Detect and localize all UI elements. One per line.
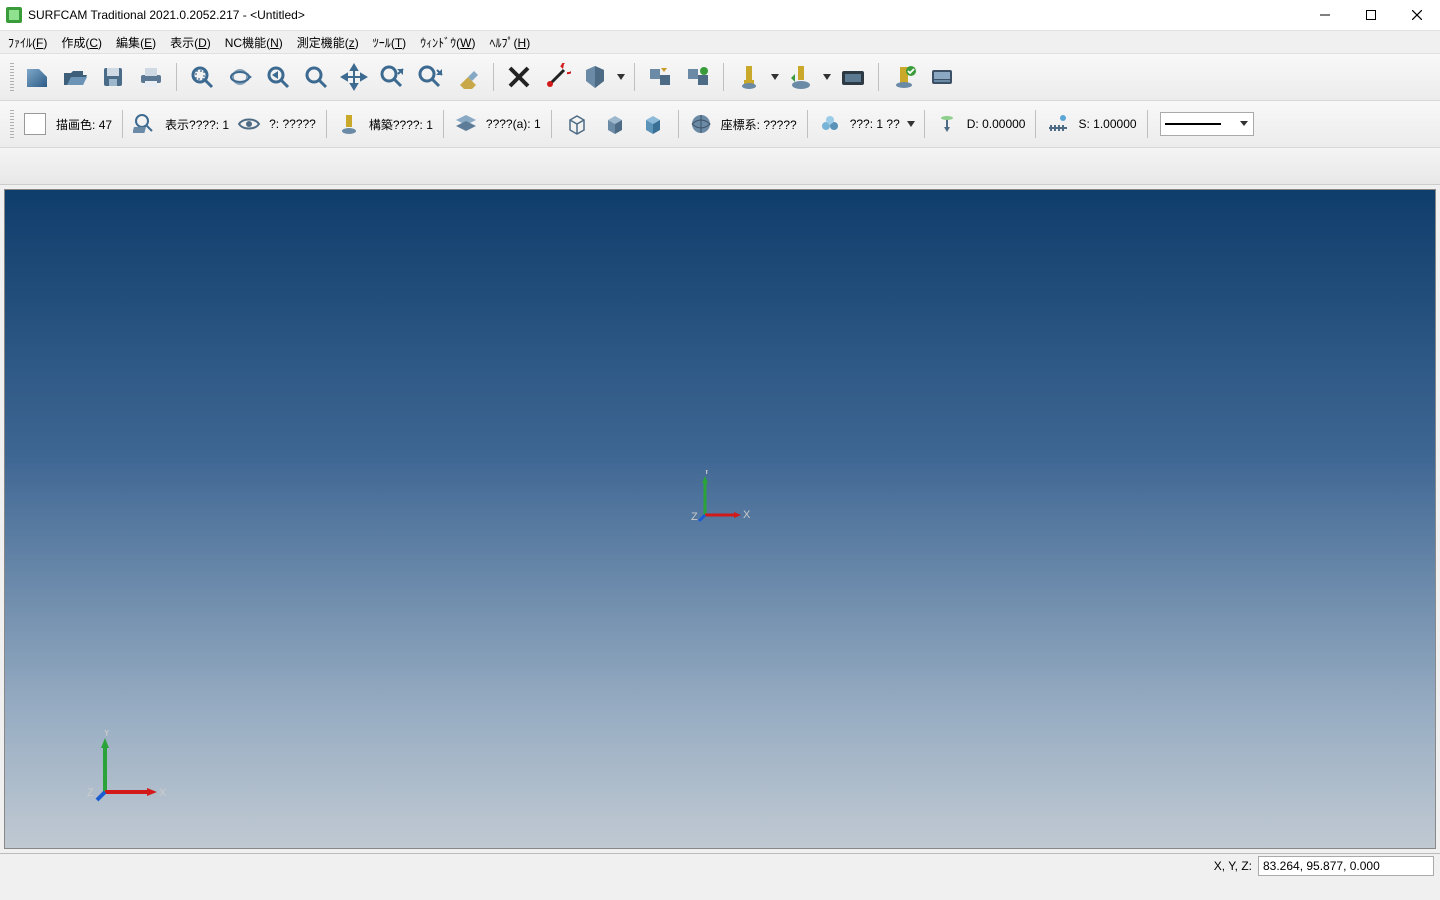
tool-library-button[interactable] — [732, 60, 766, 94]
menu-bar: ﾌｧｲﾙ(F) 作成(C) 編集(E) 表示(D) NC機能(N) 測定機能(z… — [0, 31, 1440, 54]
mask-dropdown[interactable] — [616, 60, 626, 94]
viewport-3d[interactable]: Y X Z Y X Z — [5, 190, 1435, 848]
toolbar-separator-icon — [878, 63, 879, 91]
construction-icon[interactable] — [335, 110, 363, 138]
close-button[interactable] — [1394, 0, 1440, 30]
axis-gizmo-corner: Y X Z — [83, 730, 173, 820]
clear-view-button[interactable] — [451, 60, 485, 94]
menu-tools[interactable]: ﾂｰﾙ(T) — [373, 34, 406, 51]
minimize-button[interactable] — [1302, 0, 1348, 30]
layers-label[interactable]: ????(a): 1 — [484, 117, 543, 131]
toolbar-separator-icon — [678, 110, 679, 138]
post-process-button[interactable] — [925, 60, 959, 94]
stock-setup-dropdown[interactable] — [822, 60, 832, 94]
status-coords-value: 83.264, 95.877, 0.000 — [1258, 856, 1434, 876]
draw-color-label: 描画色: 47 — [54, 116, 114, 133]
print-button[interactable] — [134, 60, 168, 94]
toolbar-separator-icon — [493, 63, 494, 91]
new-file-button[interactable] — [20, 60, 54, 94]
pan-view-button[interactable] — [337, 60, 371, 94]
linetype-select[interactable] — [1160, 112, 1254, 136]
simulation-button[interactable] — [836, 60, 870, 94]
viewport-frame: Y X Z Y X Z — [4, 189, 1436, 849]
zoom-in-button[interactable] — [375, 60, 409, 94]
tool-library-dropdown[interactable] — [770, 60, 780, 94]
toolbar-properties: 描画色: 47 表示????: 1 ?: ????? 構築????: 1 — [0, 101, 1440, 148]
draw-color-swatch[interactable] — [24, 113, 46, 135]
menu-nc[interactable]: NC機能(N) — [225, 34, 283, 51]
toolbar-separator-icon — [326, 110, 327, 138]
undo-delete-button[interactable] — [540, 60, 574, 94]
app-icon — [6, 7, 22, 23]
coord-system-label[interactable]: 座標系: ????? — [719, 116, 799, 133]
toolbar-separator-icon — [1147, 110, 1148, 138]
menu-file[interactable]: ﾌｧｲﾙ(F) — [8, 34, 47, 51]
status-bar: X, Y, Z: 83.264, 95.877, 0.000 — [0, 853, 1440, 878]
zoom-out-button[interactable] — [413, 60, 447, 94]
snap-label[interactable]: ???: 1 ?? — [848, 117, 902, 131]
toolbar-separator-icon — [551, 110, 552, 138]
toolbar-separator-icon — [723, 63, 724, 91]
rotate-view-button[interactable] — [223, 60, 257, 94]
svg-text:Z: Z — [691, 511, 698, 523]
visibility-icon[interactable] — [235, 110, 263, 138]
zoom-window-button[interactable] — [185, 60, 219, 94]
menu-measure[interactable]: 測定機能(z) — [297, 34, 359, 51]
status-coords-label: X, Y, Z: — [1214, 859, 1252, 873]
snap-dropdown[interactable] — [906, 107, 916, 141]
wireframe-mode-button[interactable] — [560, 107, 594, 141]
zoom-previous-button[interactable] — [261, 60, 295, 94]
chevron-down-icon — [1239, 118, 1251, 130]
svg-text:X: X — [743, 509, 751, 521]
menu-create[interactable]: 作成(C) — [61, 34, 102, 51]
depth-label[interactable]: D: 0.00000 — [965, 117, 1028, 131]
axis-gizmo-center: Y X Z — [685, 470, 755, 540]
menu-help[interactable]: ﾍﾙﾌﾟ(H) — [490, 34, 531, 51]
toolbar-gripper-icon[interactable] — [10, 63, 14, 91]
toolbar-main — [0, 54, 1440, 101]
shaded-wire-mode-button[interactable] — [636, 107, 670, 141]
snap-icon[interactable] — [816, 110, 844, 138]
construction-label[interactable]: 構築????: 1 — [367, 116, 435, 133]
manage-operations-button[interactable] — [643, 60, 677, 94]
toolbar-separator-icon — [176, 63, 177, 91]
menu-view[interactable]: 表示(D) — [170, 34, 211, 51]
spacing-label[interactable]: S: 1.00000 — [1076, 117, 1138, 131]
delete-button[interactable] — [502, 60, 536, 94]
toolbar-gripper-icon[interactable] — [10, 110, 14, 138]
coord-system-icon[interactable] — [687, 110, 715, 138]
toolbar-separator-icon — [443, 110, 444, 138]
stock-setup-button[interactable] — [784, 60, 818, 94]
toolbar-spacer — [0, 148, 1440, 185]
toolbar-separator-icon — [1035, 110, 1036, 138]
menu-edit[interactable]: 編集(E) — [116, 34, 156, 51]
window-title: SURFCAM Traditional 2021.0.2052.217 - <U… — [28, 8, 305, 22]
window-title-bar: SURFCAM Traditional 2021.0.2052.217 - <U… — [0, 0, 1440, 31]
linetype-preview — [1165, 123, 1221, 126]
svg-text:Y: Y — [103, 730, 111, 739]
save-file-button[interactable] — [96, 60, 130, 94]
spacing-icon[interactable] — [1044, 110, 1072, 138]
toolbar-separator-icon — [924, 110, 925, 138]
toolbar-separator-icon — [807, 110, 808, 138]
toolbar-separator-icon — [634, 63, 635, 91]
view-layer-label[interactable]: 表示????: 1 — [163, 116, 231, 133]
visibility-label[interactable]: ?: ????? — [267, 117, 318, 131]
svg-text:Y: Y — [703, 470, 711, 477]
depth-icon[interactable] — [933, 110, 961, 138]
view-layer-icon[interactable] — [131, 110, 159, 138]
zoom-fit-button[interactable] — [299, 60, 333, 94]
mask-button[interactable] — [578, 60, 612, 94]
operation-manager-button[interactable] — [681, 60, 715, 94]
verify-button[interactable] — [887, 60, 921, 94]
toolbar-separator-icon — [122, 110, 123, 138]
menu-window[interactable]: ｳｨﾝﾄﾞｳ(W) — [420, 34, 475, 51]
svg-text:Z: Z — [87, 787, 94, 799]
svg-text:X: X — [159, 787, 167, 799]
shaded-mode-button[interactable] — [598, 107, 632, 141]
maximize-button[interactable] — [1348, 0, 1394, 30]
open-file-button[interactable] — [58, 60, 92, 94]
layers-icon[interactable] — [452, 110, 480, 138]
